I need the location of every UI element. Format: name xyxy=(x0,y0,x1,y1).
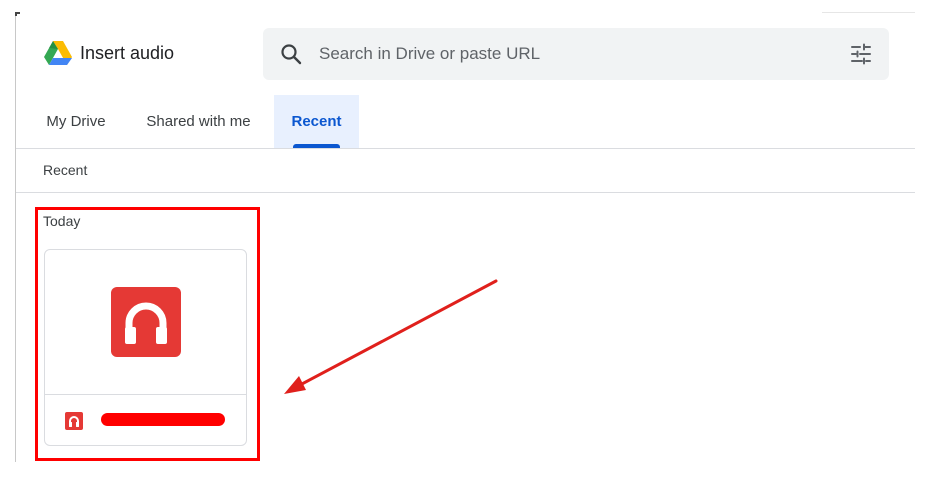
tab-recent[interactable]: Recent xyxy=(274,95,359,148)
tab-my-drive[interactable]: My Drive xyxy=(26,95,126,148)
breadcrumb: Recent xyxy=(43,162,88,178)
search-icon[interactable] xyxy=(279,42,303,66)
file-footer[interactable] xyxy=(45,396,246,445)
audio-file-small-icon xyxy=(65,412,83,430)
search-options-icon[interactable] xyxy=(849,42,873,66)
dialog-corner xyxy=(15,12,20,16)
selected-tab-indicator xyxy=(293,144,340,148)
google-drive-logo-icon xyxy=(44,41,72,65)
tab-shared-with-me[interactable]: Shared with me xyxy=(136,95,261,148)
file-thumbnail[interactable] xyxy=(45,250,246,395)
breadcrumb-divider xyxy=(16,192,915,193)
file-name-redacted xyxy=(101,413,225,426)
section-label-today: Today xyxy=(43,213,81,229)
dialog-left-border xyxy=(15,12,16,462)
search-bar[interactable] xyxy=(263,28,889,80)
audio-file-icon xyxy=(111,287,181,357)
dialog-title: Insert audio xyxy=(80,43,175,63)
tab-bar: My Drive Shared with me Recent xyxy=(16,95,915,149)
dialog-top-border xyxy=(822,12,915,13)
search-input[interactable] xyxy=(319,42,819,66)
tab-recent-label: Recent xyxy=(291,113,342,130)
file-card[interactable] xyxy=(44,249,247,446)
